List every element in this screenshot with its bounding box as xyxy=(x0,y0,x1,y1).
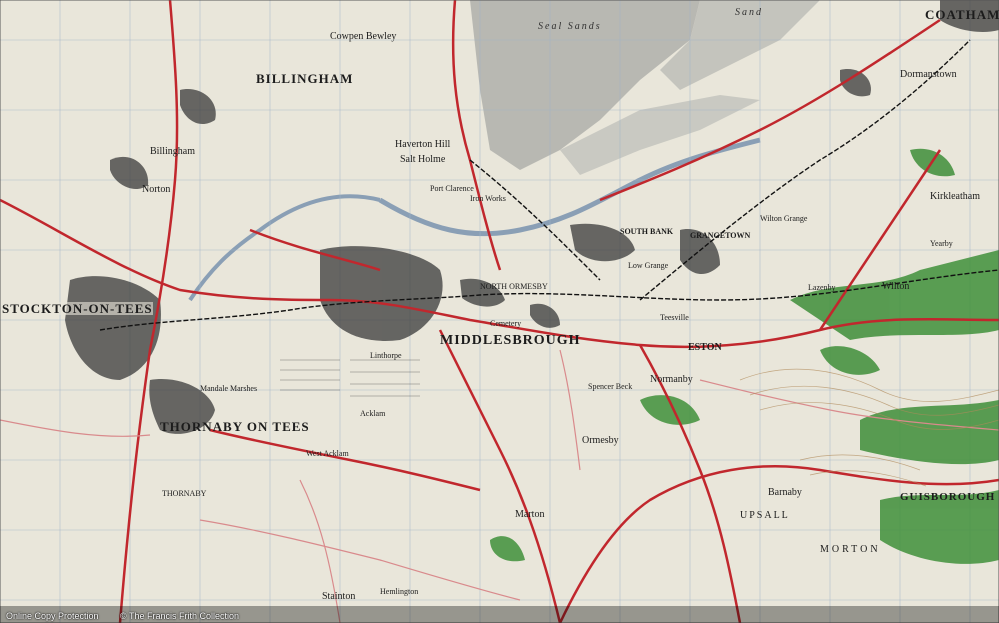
label-normanby: Normanby xyxy=(650,374,693,385)
label-middlesbrough: MIDDLESBROUGH xyxy=(440,333,581,348)
label-low-grange: Low Grange xyxy=(628,261,669,270)
label-wilton-grange: Wilton Grange xyxy=(760,214,808,223)
label-yearby: Yearby xyxy=(930,239,953,248)
label-haverton-hill: Haverton Hill xyxy=(395,139,451,150)
label-sand: Sand xyxy=(735,7,763,18)
map-viewport[interactable]: Seal Sands Sand COATHAM Cowpen Bewley BI… xyxy=(0,0,999,623)
label-dormanstown: Dormanstown xyxy=(900,69,957,80)
label-salt-holme: Salt Holme xyxy=(400,154,446,165)
label-west-acklam: West Acklam xyxy=(306,449,349,458)
label-iron-works: Iron Works xyxy=(470,194,506,203)
label-ormesby: Ormesby xyxy=(582,435,619,446)
label-cemetery: Cemetery xyxy=(490,319,522,328)
label-south-bank: SOUTH BANK xyxy=(620,227,674,236)
housing-hatching xyxy=(280,359,420,397)
label-cowpen-bewley: Cowpen Bewley xyxy=(330,31,397,42)
label-eston: ESTON xyxy=(688,342,722,353)
label-stockton: STOCKTON-ON-TEES xyxy=(2,301,153,316)
label-hemlington: Hemlington xyxy=(380,587,419,596)
label-stainton: Stainton xyxy=(322,591,356,602)
label-guisborough: GUISBOROUGH xyxy=(900,491,996,503)
label-seal-sands: Seal Sands xyxy=(538,21,602,32)
label-thornaby-lower: THORNABY xyxy=(162,489,207,498)
label-port-clarence: Port Clarence xyxy=(430,184,474,193)
label-thornaby: THORNABY ON TEES xyxy=(160,419,310,434)
label-wilton: Wilton xyxy=(882,281,910,292)
label-billingham-small: Billingham xyxy=(150,146,195,157)
label-norton: Norton xyxy=(142,184,171,195)
label-upsall: UPSALL xyxy=(740,510,790,521)
label-lazenby: Lazenby xyxy=(808,283,836,292)
label-spencer-beck: Spencer Beck xyxy=(588,382,633,391)
label-grangetown: GRANGETOWN xyxy=(690,231,751,240)
label-kirkleatham: Kirkleatham xyxy=(930,191,980,202)
label-mandale: Mandale Marshes xyxy=(200,384,258,393)
label-acklam: Acklam xyxy=(360,409,386,418)
label-linthorpe: Linthorpe xyxy=(370,351,402,360)
label-teesville: Teesville xyxy=(660,313,689,322)
label-billingham: BILLINGHAM xyxy=(256,71,354,86)
label-barnaby: Barnaby xyxy=(768,487,802,498)
label-coatham: COATHAM xyxy=(925,7,999,22)
label-morton: MORTON xyxy=(820,544,881,555)
footer-copy-protection: Online Copy Protection xyxy=(6,611,99,621)
footer-copyright: © The Francis Frith Collection xyxy=(120,611,240,621)
label-marton: Marton xyxy=(515,509,545,520)
label-north-ormesby: NORTH ORMESBY xyxy=(480,282,548,291)
